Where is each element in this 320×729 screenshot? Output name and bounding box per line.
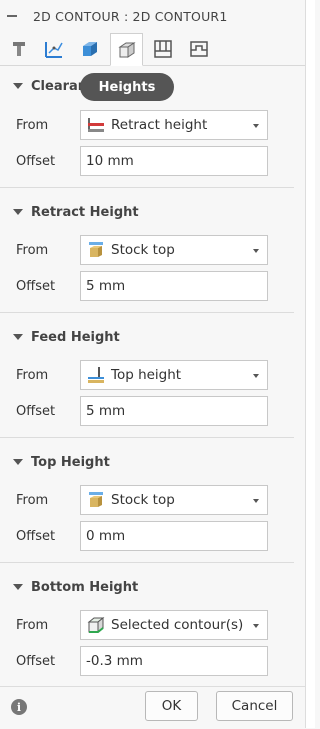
- offset-label: Offset: [16, 654, 56, 669]
- retract-height-icon: [85, 114, 107, 136]
- tab-linking[interactable]: [182, 33, 215, 65]
- section-divider: [0, 562, 294, 563]
- stock-top-icon: [85, 489, 107, 511]
- from-label: From: [16, 118, 49, 133]
- section-title: Retract Height: [31, 204, 139, 220]
- clearance-from-row: From Retract height: [0, 110, 294, 142]
- feed-offset-input[interactable]: 5 mm: [80, 396, 268, 426]
- offset-label: Offset: [16, 529, 56, 544]
- section-divider: [0, 437, 294, 438]
- bottom-from-value: Selected contour(s): [111, 617, 244, 633]
- tab-bar: [0, 33, 305, 66]
- feed-from-row: From Top height: [0, 360, 294, 392]
- retract-offset-input[interactable]: 5 mm: [80, 271, 268, 301]
- geometry-icon: [44, 42, 63, 58]
- from-label: From: [16, 368, 49, 383]
- retract-height-header[interactable]: Retract Height: [0, 200, 139, 224]
- offset-label: Offset: [16, 154, 56, 169]
- top-height-icon: [85, 364, 107, 386]
- section-title: Feed Height: [31, 329, 120, 345]
- retract-from-select[interactable]: Stock top: [80, 235, 268, 265]
- section-title: Bottom Height: [31, 579, 139, 595]
- chevron-down-icon: [253, 374, 259, 378]
- from-label: From: [16, 618, 49, 633]
- selected-contour-icon: [85, 614, 107, 636]
- clearance-offset-row: Offset 10 mm: [0, 146, 294, 178]
- heights-icon: [117, 41, 136, 58]
- tab-tool[interactable]: [2, 33, 35, 65]
- collapse-triangle-icon: [13, 209, 23, 215]
- top-offset-input[interactable]: 0 mm: [80, 521, 268, 551]
- heights-tooltip: Heights: [80, 73, 174, 101]
- top-from-value: Stock top: [111, 492, 175, 508]
- tool-icon: [12, 42, 25, 56]
- chevron-down-icon: [253, 499, 259, 503]
- passes-icon: [153, 40, 172, 58]
- canvas-edge: [305, 0, 315, 728]
- collapse-triangle-icon: [13, 334, 23, 340]
- from-label: From: [16, 493, 49, 508]
- dialog-title: 2D CONTOUR : 2D CONTOUR1: [33, 8, 228, 24]
- feed-from-value: Top height: [111, 367, 182, 383]
- chevron-down-icon: [253, 624, 259, 628]
- retract-from-value: Stock top: [111, 242, 175, 258]
- ok-button[interactable]: OK: [145, 691, 198, 721]
- bottom-from-row: From Selected contour(s): [0, 610, 294, 642]
- top-height-header[interactable]: Top Height: [0, 450, 110, 474]
- top-offset-row: Offset 0 mm: [0, 521, 294, 553]
- dialog-footer: i OK Cancel: [0, 686, 305, 729]
- bottom-offset-input[interactable]: -0.3 mm: [80, 646, 268, 676]
- bottom-height-header[interactable]: Bottom Height: [0, 575, 138, 599]
- top-from-select[interactable]: Stock top: [80, 485, 268, 515]
- dialog-titlebar: 2D CONTOUR : 2D CONTOUR1: [0, 0, 305, 32]
- chevron-down-icon: [253, 124, 259, 128]
- from-label: From: [16, 243, 49, 258]
- section-divider: [0, 312, 294, 313]
- collapse-triangle-icon: [13, 459, 23, 465]
- tab-stock[interactable]: [73, 33, 106, 65]
- section-title: Top Height: [31, 454, 110, 470]
- collapse-icon[interactable]: [7, 15, 17, 17]
- offset-label: Offset: [16, 279, 56, 294]
- tab-heights[interactable]: [110, 33, 143, 66]
- retract-offset-row: Offset 5 mm: [0, 271, 294, 303]
- collapse-triangle-icon: [13, 83, 23, 89]
- heights-panel: Clearance Height From Retract height Off…: [0, 66, 305, 686]
- tab-geometry[interactable]: [37, 33, 70, 65]
- clearance-from-select[interactable]: Retract height: [80, 110, 268, 140]
- feed-height-header[interactable]: Feed Height: [0, 325, 120, 349]
- section-divider: [0, 187, 294, 188]
- tab-passes[interactable]: [146, 33, 179, 65]
- cancel-button[interactable]: Cancel: [216, 691, 293, 721]
- top-from-row: From Stock top: [0, 485, 294, 517]
- linking-icon: [189, 41, 208, 57]
- clearance-from-value: Retract height: [111, 117, 208, 133]
- retract-from-row: From Stock top: [0, 235, 294, 267]
- stock-box-icon: [82, 42, 97, 56]
- info-icon[interactable]: i: [11, 699, 27, 715]
- feed-from-select[interactable]: Top height: [80, 360, 268, 390]
- chevron-down-icon: [253, 249, 259, 253]
- bottom-offset-row: Offset -0.3 mm: [0, 646, 294, 678]
- collapse-triangle-icon: [13, 584, 23, 590]
- clearance-offset-input[interactable]: 10 mm: [80, 146, 268, 176]
- feed-offset-row: Offset 5 mm: [0, 396, 294, 428]
- stock-top-icon: [85, 239, 107, 261]
- offset-label: Offset: [16, 404, 56, 419]
- bottom-from-select[interactable]: Selected contour(s): [80, 610, 268, 640]
